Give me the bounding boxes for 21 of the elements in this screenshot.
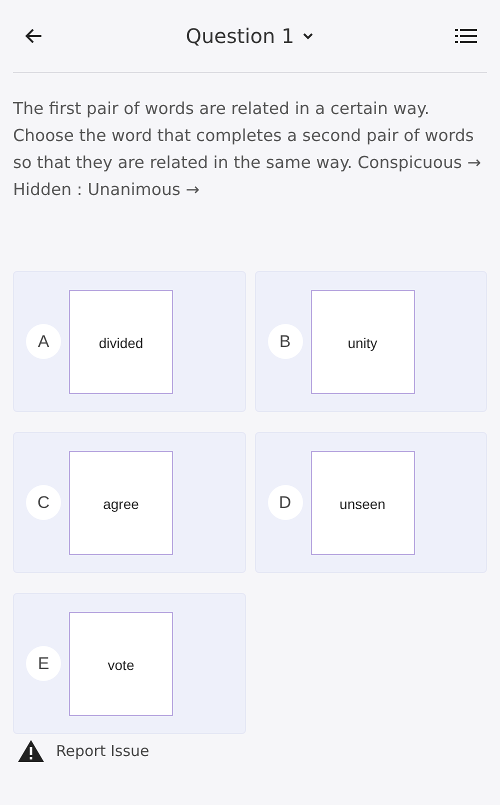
answer-option[interactable]: D unseen bbox=[254, 432, 487, 573]
question-selector[interactable]: Question 1 bbox=[186, 24, 314, 48]
option-letter: B bbox=[268, 324, 302, 359]
answer-option[interactable]: A divided bbox=[13, 271, 246, 412]
answer-option[interactable]: C agree bbox=[13, 432, 246, 573]
answer-option[interactable]: B unity bbox=[254, 271, 487, 412]
option-letter: C bbox=[26, 485, 61, 520]
question-text: The first pair of words are related in a certain way. Choose the word that completes a second pair of words so that they are related in the same way. Conspicuous → Hidden : Unanimous → bbox=[13, 98, 482, 201]
option-letter: A bbox=[26, 324, 61, 359]
option-letter: E bbox=[26, 646, 61, 681]
answer-word: unity bbox=[348, 334, 378, 350]
chevron-down-icon bbox=[302, 32, 314, 40]
option-letter: D bbox=[268, 485, 302, 520]
warning-icon bbox=[18, 740, 44, 762]
answer-word: vote bbox=[108, 656, 134, 672]
menu-button[interactable] bbox=[454, 27, 477, 45]
answer-word: unseen bbox=[340, 496, 386, 512]
report-issue-button[interactable]: Report Issue bbox=[13, 740, 150, 762]
answer-word: divided bbox=[98, 334, 144, 350]
answer-option[interactable]: E vote bbox=[13, 593, 246, 734]
answer-word: agree bbox=[103, 496, 139, 512]
